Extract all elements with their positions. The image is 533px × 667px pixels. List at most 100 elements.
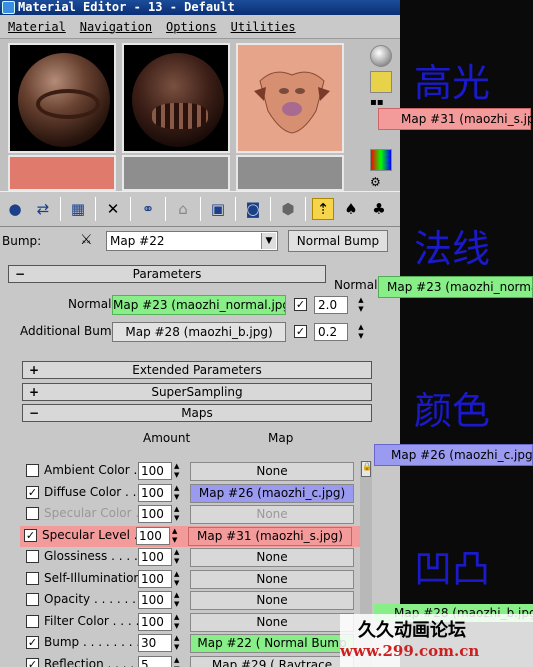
additional-spinner-arrows[interactable]: ▲ ▼ xyxy=(356,323,366,341)
map-amount-spinner[interactable]: 100 xyxy=(138,483,172,502)
menu-navigation[interactable]: Navigation xyxy=(80,20,152,34)
menu-material[interactable]: Material xyxy=(8,20,66,34)
additional-bump-checkbox[interactable]: ✓ xyxy=(294,325,307,338)
map-enable-checkbox[interactable] xyxy=(26,614,39,628)
map-slot-button[interactable]: Map #29 ( Raytrace xyxy=(190,655,354,667)
amount-spinner-arrows[interactable]: ▲▼ xyxy=(174,505,182,523)
sample-slot-6[interactable] xyxy=(236,155,344,191)
map-amount-spinner[interactable]: 30 xyxy=(138,634,172,652)
additional-bump-spinner[interactable]: 0.2 xyxy=(314,323,348,341)
sample-slot-2[interactable] xyxy=(122,43,230,153)
map-row: Ambient Color . . . 100 ▲ ▼ None xyxy=(22,461,362,482)
extended-parameters-rollout[interactable]: + Extended Parameters xyxy=(22,361,372,379)
map-name-field[interactable]: Map #22 ▼ xyxy=(106,231,278,251)
put-to-library-icon[interactable]: ▣ xyxy=(207,198,229,220)
amount-spinner-arrows[interactable]: ▲▼ xyxy=(174,570,182,588)
extended-rollout-title: Extended Parameters xyxy=(132,363,262,377)
sample-slot-1[interactable] xyxy=(8,43,116,153)
map-enable-checkbox[interactable]: ✓ xyxy=(26,636,39,649)
normal-amount-spinner[interactable]: 2.0 xyxy=(314,296,348,314)
map-amount-spinner[interactable]: 100 xyxy=(138,569,172,588)
map-slot-button[interactable]: None xyxy=(190,548,354,567)
amount-spinner-arrows[interactable]: ▲▼ xyxy=(174,634,182,652)
amount-spinner-arrows[interactable]: ▲▼ xyxy=(174,613,182,631)
go-forward-sibling-icon[interactable]: ♠ xyxy=(340,198,362,220)
amount-spinner-arrows[interactable]: ▲▼ xyxy=(174,484,182,502)
pick-material-icon[interactable]: ⚔ xyxy=(80,232,98,250)
map-type-button[interactable]: Normal Bump xyxy=(288,230,388,252)
map-amount-spinner[interactable]: 5 xyxy=(138,655,172,667)
menu-utilities[interactable]: Utilities xyxy=(231,20,296,34)
app-icon xyxy=(2,1,15,14)
map-slot-button[interactable]: None xyxy=(190,505,354,524)
assign-material-icon[interactable]: ▦ xyxy=(67,198,89,220)
map-channel-label: Bump . . . . . . . . . xyxy=(44,635,148,649)
map-enable-checkbox[interactable]: ✓ xyxy=(26,485,39,499)
diffuse-callout: Map #26 (maozhi_c.jpg) xyxy=(374,444,533,466)
map-amount-spinner[interactable]: 100 xyxy=(138,548,172,566)
map-row: Glossiness . . . . . . 100 ▲ ▼ None xyxy=(22,547,362,568)
map-enable-checkbox[interactable]: ✓ xyxy=(26,657,39,667)
map-row: ✓ Specular Level . . . 100 ▲ ▼ Map #31 (m… xyxy=(20,525,360,547)
sample-slot-4[interactable] xyxy=(8,155,116,191)
map-channel-label: Filter Color . . . . . xyxy=(44,613,148,628)
map-amount-spinner[interactable]: 100 xyxy=(138,505,172,523)
map-amount-spinner[interactable]: 100 xyxy=(136,526,170,545)
sample-slot-3[interactable] xyxy=(236,43,344,153)
normal-map-checkbox[interactable]: ✓ xyxy=(294,298,307,311)
amount-spinner-arrows[interactable]: ▲▼ xyxy=(172,527,180,545)
chevron-down-icon[interactable]: ▼ xyxy=(261,233,276,249)
show-map-in-viewport-icon[interactable]: ◙ xyxy=(242,198,264,220)
put-to-scene-icon[interactable]: ⇄ xyxy=(32,198,54,220)
map-slot-button[interactable]: None xyxy=(190,569,354,589)
backlight-icon[interactable] xyxy=(370,71,392,93)
amount-spinner-arrows[interactable]: ▲▼ xyxy=(174,656,182,667)
map-enable-checkbox[interactable] xyxy=(26,464,39,477)
sample-slot-5[interactable] xyxy=(122,155,230,191)
material-id-icon[interactable]: ⌂ xyxy=(172,198,194,220)
map-enable-checkbox[interactable] xyxy=(26,507,39,520)
face-texture-thumbnail xyxy=(254,71,330,134)
chinese-label-color: 颜色 xyxy=(414,389,491,433)
map-channel-label: Diffuse Color . . . xyxy=(44,484,145,499)
amount-spinner-arrows[interactable]: ▲▼ xyxy=(174,462,182,480)
map-slot-button[interactable]: Map #26 (maozhi_c.jpg) xyxy=(190,483,354,503)
show-end-result-icon[interactable]: ⬢ xyxy=(277,198,299,220)
normal-spinner-arrows[interactable]: ▲ ▼ xyxy=(356,296,366,314)
parameters-panel: − Parameters Normal: Map #23 (maozhi_norm… xyxy=(0,255,400,667)
supersampling-rollout[interactable]: + SuperSampling xyxy=(22,383,372,401)
map-header: Map xyxy=(268,431,294,445)
amount-spinner-arrows[interactable]: ▲▼ xyxy=(174,548,182,566)
get-material-icon[interactable]: ● xyxy=(4,198,26,220)
specular-callout: Map #31 (maozhi_s.jpg) xyxy=(378,108,533,130)
map-slot-button[interactable]: Map #22 ( Normal Bump xyxy=(190,634,354,653)
menu-options[interactable]: Options xyxy=(166,20,217,34)
amount-spinner-arrows[interactable]: ▲▼ xyxy=(174,591,182,609)
additional-bump-map-button[interactable]: Map #28 (maozhi_b.jpg) xyxy=(112,322,286,342)
map-enable-checkbox[interactable] xyxy=(26,571,39,585)
reset-map-icon[interactable]: ✕ xyxy=(102,198,124,220)
map-amount-spinner[interactable]: 100 xyxy=(138,462,172,480)
map-slot-button[interactable]: None xyxy=(190,612,354,632)
parameters-rollout[interactable]: − Parameters xyxy=(8,265,326,283)
map-slot-button[interactable]: Map #31 (maozhi_s.jpg) xyxy=(188,526,352,546)
maps-rollout-title: Maps xyxy=(181,406,213,420)
material-navigator-icon[interactable]: ♣ xyxy=(368,198,390,220)
go-to-parent-icon[interactable]: ⇡ xyxy=(312,198,334,220)
chinese-label-bump: 凹凸 xyxy=(414,547,491,591)
map-enable-checkbox[interactable]: ✓ xyxy=(24,528,37,542)
watermark-title: 久久动画论坛 xyxy=(358,620,466,641)
sample-slots xyxy=(0,39,362,191)
make-unique-icon[interactable]: ⚭ xyxy=(137,198,159,220)
map-amount-spinner[interactable]: 100 xyxy=(138,591,172,609)
map-enable-checkbox[interactable] xyxy=(26,550,39,563)
map-slot-button[interactable]: None xyxy=(190,462,354,481)
lock-icon[interactable]: 🔒 xyxy=(361,461,372,477)
maps-rollout[interactable]: − Maps xyxy=(22,404,372,422)
map-enable-checkbox[interactable] xyxy=(26,593,39,606)
map-amount-spinner[interactable]: 100 xyxy=(138,612,172,631)
sample-type-sphere-icon[interactable] xyxy=(370,45,392,67)
video-color-check-icon[interactable] xyxy=(370,149,392,171)
map-slot-button[interactable]: None xyxy=(190,591,354,610)
normal-map-button[interactable]: Map #23 (maozhi_normal.jpg) xyxy=(112,295,286,315)
